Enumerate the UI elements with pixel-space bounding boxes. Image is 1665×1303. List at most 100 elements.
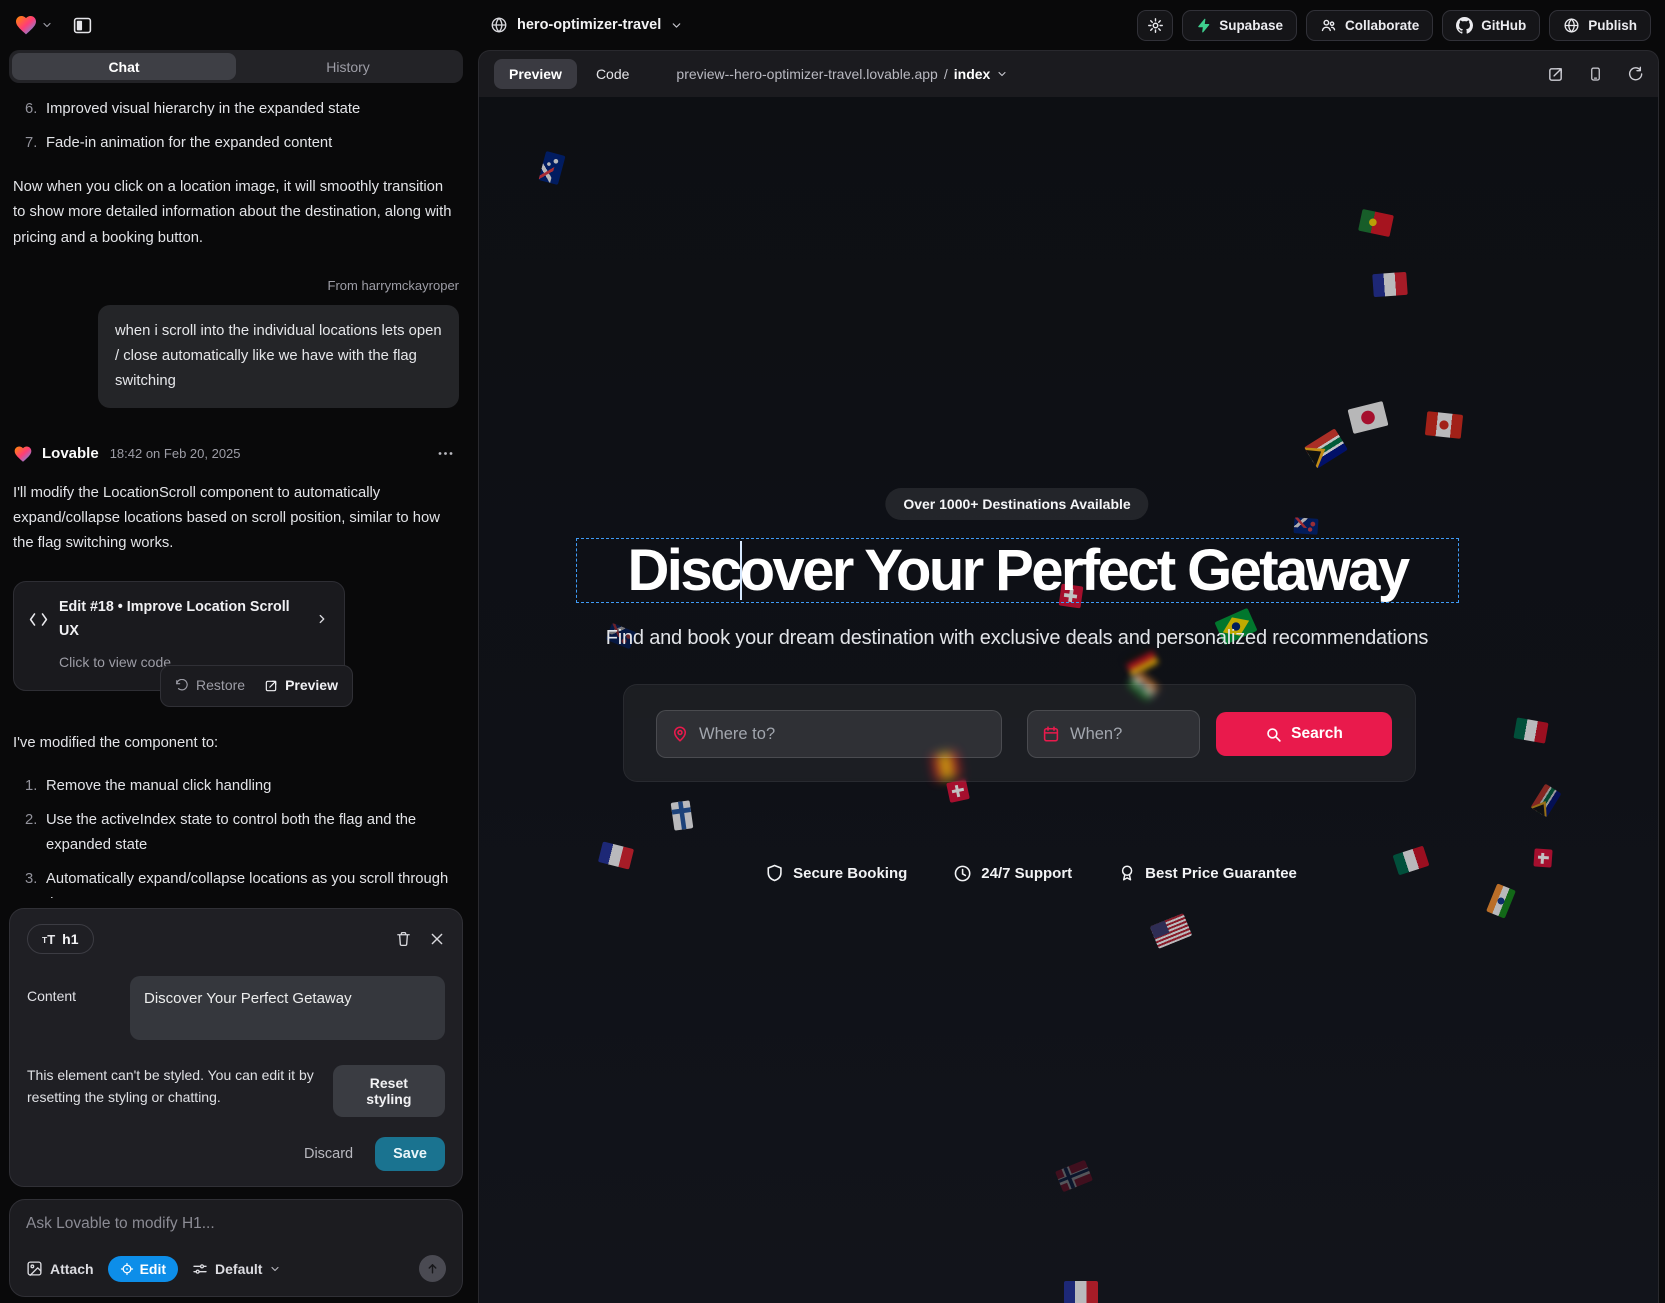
supabase-button[interactable]: Supabase — [1182, 10, 1297, 41]
flag-ch-icon — [946, 779, 970, 803]
flag-no-icon — [1055, 1160, 1093, 1192]
hero-title[interactable]: Discover Your Perfect Getaway — [628, 537, 1408, 604]
collaborate-label: Collaborate — [1345, 18, 1419, 33]
publish-label: Publish — [1588, 18, 1637, 33]
edit-mode-button[interactable]: Edit — [108, 1256, 178, 1282]
user-message-bubble: when i scroll into the individual locati… — [98, 305, 459, 408]
preview-viewport[interactable]: Over 1000+ Destinations Available Discov… — [479, 97, 1658, 1303]
assistant-name: Lovable — [42, 441, 99, 467]
list-item: 2.Use the activeIndex state to control b… — [13, 808, 459, 858]
element-editor-panel: h1 Content Discover Your Perfect Getaway… — [9, 908, 463, 1187]
project-name: hero-optimizer-travel — [517, 17, 661, 33]
settings-button[interactable] — [1137, 10, 1173, 41]
message-from-label: From harrymckayroper — [13, 275, 459, 297]
styling-note: This element can't be styled. You can ed… — [27, 1065, 333, 1108]
flag-fr-icon — [598, 841, 634, 869]
search-bar: Search — [623, 684, 1416, 782]
where-to-field[interactable] — [656, 710, 1002, 758]
flag-in-icon — [1486, 883, 1516, 918]
list-item: 1.Remove the manual click handling — [13, 774, 459, 799]
message-timestamp: 18:42 on Feb 20, 2025 — [110, 443, 241, 465]
message-more-options-icon[interactable] — [432, 449, 459, 458]
model-default-label: Default — [215, 1261, 262, 1277]
tab-history[interactable]: History — [236, 53, 460, 80]
tab-preview[interactable]: Preview — [494, 59, 577, 89]
github-label: GitHub — [1481, 18, 1526, 33]
flag-za-icon — [1531, 784, 1562, 818]
shield-icon — [765, 863, 784, 883]
hero-subtitle: Find and book your dream destination wit… — [577, 627, 1457, 650]
text-caret — [740, 541, 742, 600]
flag-pt-icon — [1358, 209, 1394, 237]
restore-button[interactable]: Restore — [175, 674, 245, 698]
refresh-icon[interactable] — [1627, 66, 1643, 82]
flag-mx-icon — [1393, 846, 1430, 876]
close-editor-icon[interactable] — [429, 931, 445, 947]
discard-button[interactable]: Discard — [304, 1146, 353, 1162]
edit-card-title: Edit #18 • Improve Location Scroll UX — [59, 595, 304, 644]
supabase-bolt-icon — [1196, 18, 1211, 33]
when-input[interactable] — [1070, 725, 1185, 744]
assistant-paragraph: I'll modify the LocationScroll component… — [13, 481, 459, 556]
assistant-numbered-list-bottom: 1.Remove the manual click handling 2.Use… — [13, 774, 459, 898]
hero-title-selection[interactable]: Discover Your Perfect Getaway — [576, 538, 1459, 603]
lovable-heart-icon — [14, 13, 38, 37]
flag-mx-icon — [1513, 717, 1548, 743]
content-input[interactable]: Discover Your Perfect Getaway — [130, 976, 445, 1040]
preview-toolbar: Preview Code preview--hero-optimizer-tra… — [479, 51, 1658, 97]
preview-version-button[interactable]: Preview — [264, 674, 338, 698]
feature-secure-booking: Secure Booking — [765, 863, 907, 883]
calendar-icon — [1042, 725, 1060, 743]
project-switcher[interactable]: hero-optimizer-travel — [490, 0, 683, 50]
model-default-button[interactable]: Default — [192, 1261, 281, 1277]
delete-element-icon[interactable] — [395, 930, 412, 948]
search-label: Search — [1291, 725, 1343, 743]
globe-project-icon — [490, 16, 508, 34]
chat-message-list[interactable]: 6.Improved visual hierarchy in the expan… — [9, 83, 463, 898]
chevron-down-icon — [41, 19, 53, 31]
lovable-heart-icon — [13, 444, 33, 464]
when-field[interactable] — [1027, 710, 1200, 758]
gear-icon — [1147, 17, 1164, 34]
preview-url[interactable]: preview--hero-optimizer-travel.lovable.a… — [676, 66, 1008, 82]
panel-tabs: Chat History — [9, 50, 463, 83]
chat-input[interactable] — [26, 1215, 446, 1255]
url-page: index — [954, 66, 991, 82]
element-tag-label: h1 — [62, 931, 78, 947]
github-button[interactable]: GitHub — [1442, 10, 1540, 41]
search-button[interactable]: Search — [1216, 712, 1392, 756]
collaborate-button[interactable]: Collaborate — [1306, 10, 1433, 41]
flag-fr-icon — [1064, 1281, 1098, 1303]
flag-jp-icon — [1348, 401, 1389, 434]
flag-fr-icon — [1372, 272, 1408, 297]
flag-za-icon — [1304, 428, 1348, 468]
publish-button[interactable]: Publish — [1549, 10, 1651, 41]
element-tag-pill[interactable]: h1 — [27, 924, 94, 954]
list-item: 6.Improved visual hierarchy in the expan… — [13, 97, 459, 122]
mobile-view-icon[interactable] — [1588, 65, 1603, 83]
typography-icon — [42, 933, 55, 946]
map-pin-icon — [671, 725, 689, 743]
save-button[interactable]: Save — [375, 1137, 445, 1171]
flag-nz-icon — [1293, 517, 1318, 535]
feature-support: 24/7 Support — [953, 863, 1072, 883]
destinations-badge: Over 1000+ Destinations Available — [885, 488, 1148, 520]
clock-icon — [953, 864, 972, 883]
tab-code[interactable]: Code — [581, 59, 644, 89]
open-in-new-tab-icon[interactable] — [1547, 66, 1564, 83]
send-button[interactable] — [419, 1255, 446, 1282]
publish-globe-icon — [1563, 17, 1580, 34]
toggle-sidebar-button[interactable] — [63, 9, 101, 41]
tab-chat[interactable]: Chat — [12, 53, 236, 80]
content-label: Content — [27, 976, 116, 1040]
supabase-label: Supabase — [1219, 18, 1283, 33]
top-bar: hero-optimizer-travel Supabase Collabora… — [0, 0, 1665, 50]
chat-panel: Chat History 6.Improved visual hierarchy… — [0, 50, 472, 1303]
attach-button[interactable]: Attach — [26, 1260, 94, 1277]
reset-styling-button[interactable]: Reset styling — [333, 1065, 445, 1117]
flag-au-icon — [538, 151, 565, 185]
lovable-logo-menu[interactable] — [14, 13, 53, 37]
chat-composer: Attach Edit Default — [9, 1199, 463, 1297]
edit-version-card[interactable]: Edit #18 • Improve Location Scroll UX Cl… — [13, 581, 345, 690]
where-to-input[interactable] — [699, 725, 987, 744]
